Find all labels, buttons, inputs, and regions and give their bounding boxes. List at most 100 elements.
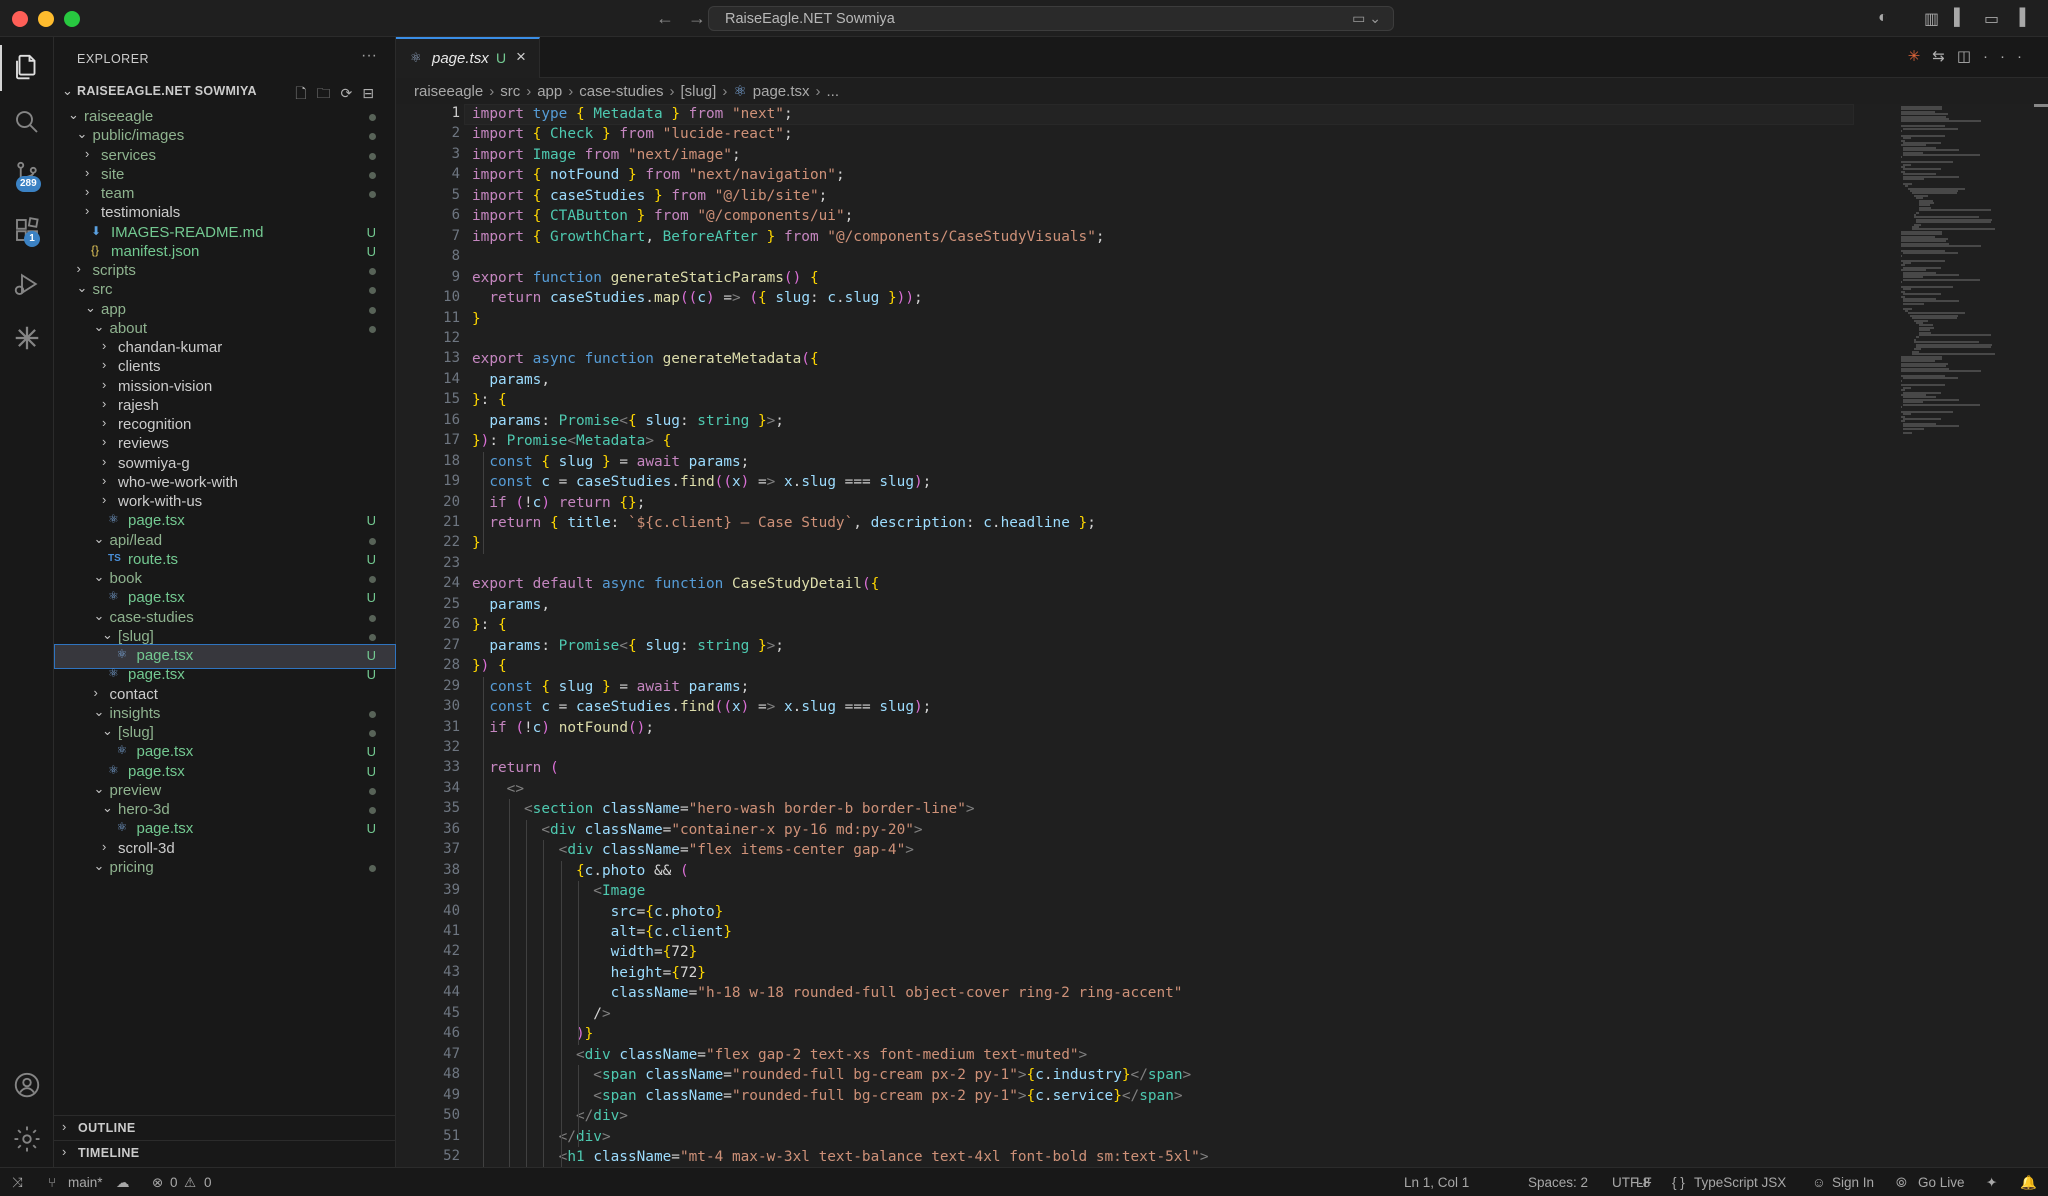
code-line[interactable]: import Image from "next/image"; <box>472 145 741 165</box>
code-line[interactable]: const { slug } = await params; <box>472 677 749 697</box>
code-line[interactable]: <div className="container-x py-16 md:py-… <box>472 820 922 840</box>
code-line[interactable]: alt={c.client} <box>472 922 732 942</box>
code-line[interactable]: <Image <box>472 881 645 901</box>
code-line[interactable]: width={72} <box>472 942 698 962</box>
code-line[interactable]: params, <box>472 595 550 615</box>
breadcrumb-item[interactable]: src <box>500 83 520 100</box>
explorer-toolbar[interactable]: 🗋🗀⟳⊟ <box>295 83 384 107</box>
toggle-primary-sidebar-icon[interactable]: ▌ <box>1954 9 1965 27</box>
go-live[interactable]: Go Live <box>1918 1175 1965 1190</box>
code-line[interactable]: if (!c) return {}; <box>472 493 645 513</box>
chat-icon[interactable]: ▭ ⌄ <box>1352 10 1381 27</box>
code-line[interactable]: return caseStudies.map((c) => ({ slug: c… <box>472 288 922 308</box>
editor-actions[interactable]: ✳⇆◫··· <box>1908 47 2034 65</box>
breadcrumb-item[interactable]: raiseeagle <box>414 83 483 100</box>
minimize-window-button[interactable] <box>38 11 54 27</box>
code-line[interactable]: import { caseStudies } from "@/lib/site"… <box>472 186 827 206</box>
claude-icon[interactable] <box>12 323 42 353</box>
code-line[interactable]: {c.photo && ( <box>472 861 689 881</box>
close-window-button[interactable] <box>12 11 28 27</box>
workspace-root[interactable]: ⌄ RAISEEAGLE.NET SOWMIYA 🗋🗀⟳⊟ <box>60 81 390 103</box>
tree-item[interactable]: ⌄ pricing <box>54 856 396 881</box>
files-icon[interactable] <box>12 52 42 82</box>
code-line[interactable]: const { slug } = await params; <box>472 452 749 472</box>
code-line[interactable]: } <box>472 309 481 329</box>
error-count[interactable]: 0 <box>170 1175 178 1190</box>
close-icon[interactable]: × <box>516 47 526 67</box>
code-line[interactable]: export function generateStaticParams() { <box>472 268 819 288</box>
code-line[interactable]: import { Check } from "lucide-react"; <box>472 124 793 144</box>
outline-section[interactable]: › OUTLINE <box>54 1115 396 1140</box>
code-line[interactable]: height={72} <box>472 963 706 983</box>
code-line[interactable]: src={c.photo} <box>472 902 724 922</box>
customize-layout-icon[interactable]: ▥ <box>1924 9 1939 29</box>
copilot-status-icon[interactable]: ✦ <box>1986 1175 1997 1191</box>
code-line[interactable]: <div className="flex items-center gap-4"… <box>472 840 914 860</box>
minimap[interactable] <box>1896 104 2048 1167</box>
more-icon[interactable]: ··· <box>1983 48 2034 65</box>
breadcrumb-item[interactable]: ... <box>827 83 840 100</box>
compare-icon[interactable]: ⇆ <box>1932 48 1957 65</box>
command-center[interactable]: RaiseEagle.NET Sowmiya ▭ ⌄ <box>708 6 1394 31</box>
sign-in[interactable]: Sign In <box>1832 1175 1874 1190</box>
tab-page-tsx[interactable]: ⚛ page.tsx U × <box>396 37 540 78</box>
notifications-bell-icon[interactable]: 🔔 <box>2020 1175 2037 1191</box>
code-line[interactable]: /> <box>472 1004 610 1024</box>
code-line[interactable]: import { notFound } from "next/navigatio… <box>472 165 845 185</box>
code-line[interactable]: import { CTAButton } from "@/components/… <box>472 206 853 226</box>
code-line[interactable]: <span className="rounded-full bg-cream p… <box>472 1065 1191 1085</box>
code-line[interactable]: <> <box>472 779 524 799</box>
zoom-window-button[interactable] <box>64 11 80 27</box>
code-line[interactable]: params, <box>472 370 550 390</box>
code-line[interactable]: export default async function CaseStudyD… <box>472 574 879 594</box>
code-line[interactable]: <section className="hero-wash border-b b… <box>472 799 975 819</box>
code-line[interactable]: return { title: `${c.client} – Case Stud… <box>472 513 1096 533</box>
forward-arrow-icon[interactable]: → <box>688 8 706 29</box>
breadcrumb-item[interactable]: page.tsx <box>753 83 810 100</box>
cursor-position[interactable]: Ln 1, Col 1 <box>1404 1175 1469 1190</box>
search-icon[interactable] <box>12 107 42 137</box>
code-line[interactable]: const c = caseStudies.find((x) => x.slug… <box>472 472 931 492</box>
code-line[interactable]: }: { <box>472 390 507 410</box>
remote-icon[interactable]: ⤨ <box>12 1175 23 1191</box>
toggle-secondary-sidebar-icon[interactable]: ▐ <box>2014 9 2025 27</box>
branch-name[interactable]: main* <box>68 1175 103 1190</box>
language-mode[interactable]: TypeScript JSX <box>1694 1175 1786 1190</box>
account-icon[interactable] <box>12 1070 42 1100</box>
more-actions-icon[interactable]: ··· <box>361 47 377 65</box>
warning-count[interactable]: 0 <box>204 1175 212 1190</box>
run-debug-icon[interactable] <box>12 269 42 299</box>
code-line[interactable]: export async function generateMetadata({ <box>472 349 819 369</box>
code-line[interactable]: const c = caseStudies.find((x) => x.slug… <box>472 697 931 717</box>
toggle-panel-icon[interactable]: ▭ <box>1984 9 1999 29</box>
code-line[interactable]: <div className="flex gap-2 text-xs font-… <box>472 1045 1087 1065</box>
split-editor-icon[interactable]: ◫ <box>1957 48 1983 65</box>
settings-gear-icon[interactable] <box>12 1124 42 1154</box>
code-line[interactable]: </div> <box>472 1127 611 1147</box>
breadcrumb-item[interactable]: [slug] <box>680 83 716 100</box>
code-editor[interactable]: 1 2 3 4 5 6 7 8 9 10 11 12 13 14 15 16 17 18 19 20 21 22 23 24 2… <box>396 104 1896 1168</box>
timeline-section[interactable]: › TIMELINE <box>54 1140 396 1165</box>
eol[interactable]: LF <box>1636 1175 1652 1190</box>
code-line[interactable]: } <box>472 533 481 553</box>
code-line[interactable]: }) { <box>472 656 507 676</box>
code-line[interactable]: import { GrowthChart, BeforeAfter } from… <box>472 227 1105 247</box>
breadcrumb-item[interactable]: case-studies <box>579 83 663 100</box>
code-line[interactable]: params: Promise<{ slug: string }>; <box>472 411 784 431</box>
code-line[interactable]: if (!c) notFound(); <box>472 718 654 738</box>
indentation[interactable]: Spaces: 2 <box>1528 1175 1588 1190</box>
code-line[interactable]: </div> <box>472 1106 628 1126</box>
code-line[interactable]: }): Promise<Metadata> { <box>472 431 671 451</box>
line-number: 34 <box>443 779 460 796</box>
code-line[interactable]: params: Promise<{ slug: string }>; <box>472 636 784 656</box>
copilot-icon[interactable]: ◐ <box>1878 9 1888 27</box>
code-line[interactable]: return ( <box>472 758 558 778</box>
sync-icon[interactable]: ☁ <box>116 1175 130 1191</box>
back-arrow-icon[interactable]: ← <box>656 8 674 29</box>
code-line[interactable]: import type { Metadata } from "next"; <box>472 104 793 124</box>
code-line[interactable]: )} <box>472 1024 593 1044</box>
breadcrumb-item[interactable]: app <box>537 83 562 100</box>
code-line[interactable]: <h1 className="mt-4 max-w-3xl text-balan… <box>472 1147 1209 1167</box>
claude-code-icon[interactable]: ✳ <box>1908 48 1933 65</box>
code-line[interactable]: }: { <box>472 615 507 635</box>
